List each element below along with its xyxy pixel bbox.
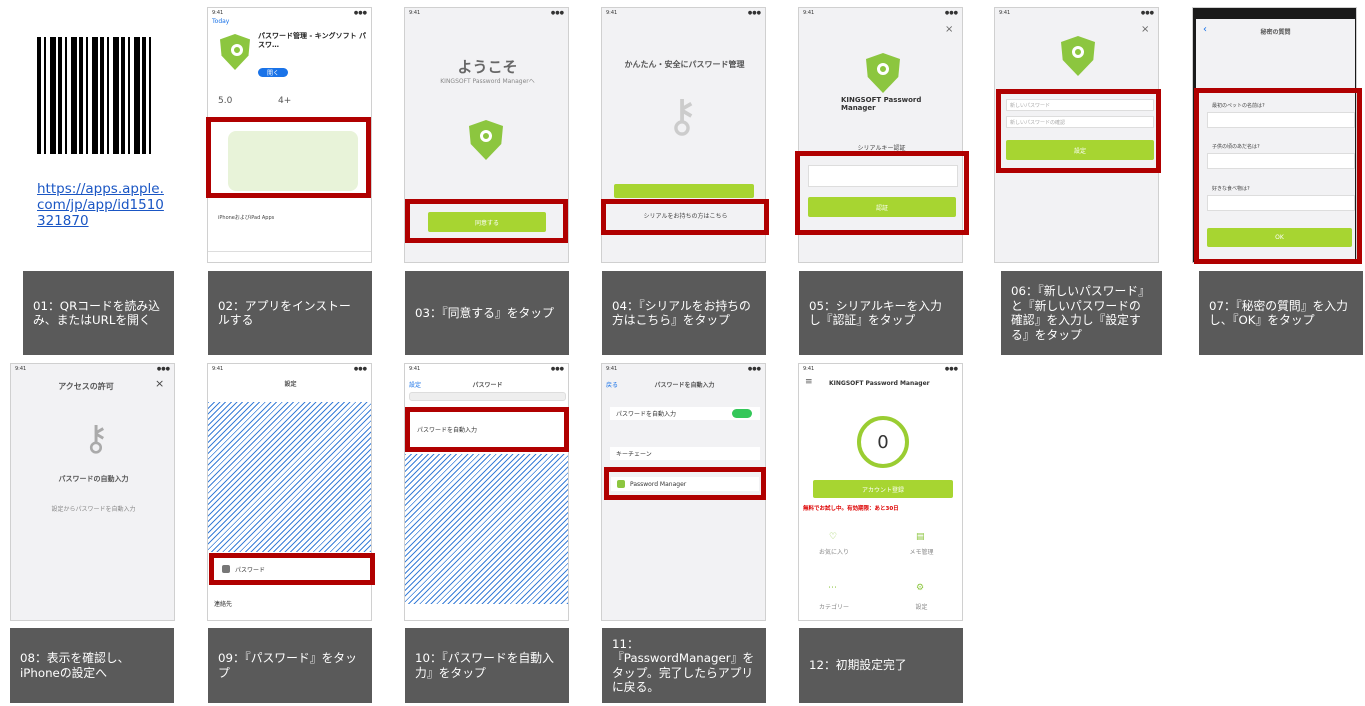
password-manager-row[interactable]: Password Manager [611,477,759,491]
welcome-title: ようこそ [457,58,518,76]
question-1[interactable]: 最初のペットの名前は? [1212,102,1265,109]
caption-10: 10：『パスワードを自動入力』をタップ [405,628,569,703]
passwords-row-label: パスワード [235,566,266,574]
secret-question-title: 秘密の質問 [1260,29,1291,36]
shield-logo-icon [866,53,900,93]
category-icon[interactable]: ⋯ [828,583,837,593]
memo-label[interactable]: メモ管理 [899,547,944,556]
ok-button[interactable]: OK [1207,228,1352,247]
confirm-password-input[interactable]: 新しいパスワードの確認 [1006,116,1154,128]
autofill-note: 設定からパスワードを自動入力 [51,506,136,513]
start-button[interactable] [614,184,754,198]
autofill-subtitle: パスワードの自動入力 [58,475,129,483]
caption-09: 09：『パスワード』をタップ [208,628,372,703]
app-icon [220,34,250,70]
caption-02: 02：アプリをインストールする [208,271,372,355]
screenshot-access-permission: 9:41 ●●● アクセスの許可 × ⚷ パスワードの自動入力 設定からパスワード… [10,363,175,621]
key-icon: ⚷ [665,89,699,142]
app-icon [617,480,625,488]
settings-label[interactable]: 設定 [899,602,944,611]
keychain-row[interactable]: キーチェーン [610,447,760,460]
qr-code[interactable] [37,37,151,154]
serial-key-input[interactable] [808,165,958,187]
highlight-02 [206,117,371,198]
serial-link[interactable]: シリアルをお持ちの方はこちら [607,211,764,220]
redacted-area [405,454,568,604]
auth-button[interactable]: 認証 [808,197,956,217]
category-label[interactable]: カテゴリー [814,602,854,611]
screenshot-home: 9:41 ●●● ≡ KINGSOFT Password Manager 0 アカ… [798,363,963,621]
settings-title: 設定 [284,381,297,388]
caption-08: 08：表示を確認し、iPhoneの設定へ [10,628,174,703]
contacts-row[interactable]: 連絡先 [208,597,371,609]
caption-03: 03：『同意する』をタップ [405,271,569,355]
access-title: アクセスの許可 [58,382,114,391]
redacted-area [208,402,371,552]
key-icon: ⚷ [83,419,109,459]
brand-name: KINGSOFT Password Manager [841,96,922,112]
rating: 5.0 [218,96,233,106]
question-2[interactable]: 子供の頃のあだ名は? [1212,143,1260,150]
caption-06: 06：『新しいパスワード』と『新しいパスワードの確認』を入力し『設定する』をタッ… [1001,271,1162,355]
memo-icon[interactable]: ▤ [916,532,925,542]
open-button[interactable]: 開く [258,68,288,77]
search-input[interactable] [409,392,566,401]
intro-title: かんたん・安全にパスワード管理 [624,60,745,69]
home-title: KINGSOFT Password Manager [829,380,930,387]
back-link[interactable]: Today [212,18,229,25]
caption-05: 05：シリアルキーを入力し『認証』をタップ [799,271,963,355]
password-manager-label: Password Manager [630,480,687,488]
close-icon[interactable]: × [155,377,164,390]
heart-icon[interactable]: ♡ [829,532,837,542]
welcome-subtitle: KINGSOFT Password Managerへ [440,78,535,85]
answer-3-input[interactable] [1207,195,1355,211]
device-option: iPhoneおよびiPad Apps [218,215,275,221]
close-icon[interactable]: × [945,24,953,35]
question-3[interactable]: 好きな食べ物は? [1212,185,1250,192]
answer-2-input[interactable] [1207,153,1355,169]
caption-01: 01：QRコードを読み込み、またはURLを開く [23,271,174,355]
shield-logo-icon [469,120,503,160]
caption-11: 11：『PasswordManager』をタップ。完了したらアプリに戻る。 [602,628,766,703]
passwords-title: パスワード [472,382,503,389]
tab-bar-divider [208,251,371,252]
shield-logo-icon [1061,36,1095,76]
new-password-input[interactable]: 新しいパスワード [1006,99,1154,111]
key-icon [222,565,230,573]
account-count: 0 [857,416,909,468]
autofill-toggle[interactable] [732,409,752,418]
autofill-row[interactable]: パスワードを自動入力 [411,422,563,436]
caption-07: 07：『秘密の質問』を入力し、『OK』をタップ [1199,271,1363,355]
highlight-05 [795,151,969,235]
agree-button[interactable]: 同意する [428,212,546,232]
screenshot-passwords: 9:41 ●●● 設定 パスワード [404,363,569,621]
age-rating: 4+ [278,96,292,106]
set-button[interactable]: 設定 [1006,140,1154,160]
close-icon[interactable]: × [1141,24,1149,35]
passwords-row[interactable]: パスワード [216,561,366,577]
trial-warning: 無料でお試し中。有効期限：あと30日 [803,506,899,512]
register-button[interactable]: アカウント登録 [813,480,953,498]
answer-1-input[interactable] [1207,112,1355,128]
app-store-link[interactable]: https://apps.apple.com/jp/app/id15103218… [37,181,167,229]
favorites-label[interactable]: お気に入り [814,547,854,556]
caption-12: 12：初期設定完了 [799,628,963,703]
app-name: パスワード管理 - キングソフト パスワ… [258,32,367,49]
autofill-title: パスワードを自動入力 [654,382,715,389]
gear-icon[interactable]: ⚙ [916,583,924,593]
caption-04: 04：『シリアルをお持ちの方はこちら』をタップ [602,271,766,355]
menu-icon[interactable]: ≡ [805,377,813,387]
